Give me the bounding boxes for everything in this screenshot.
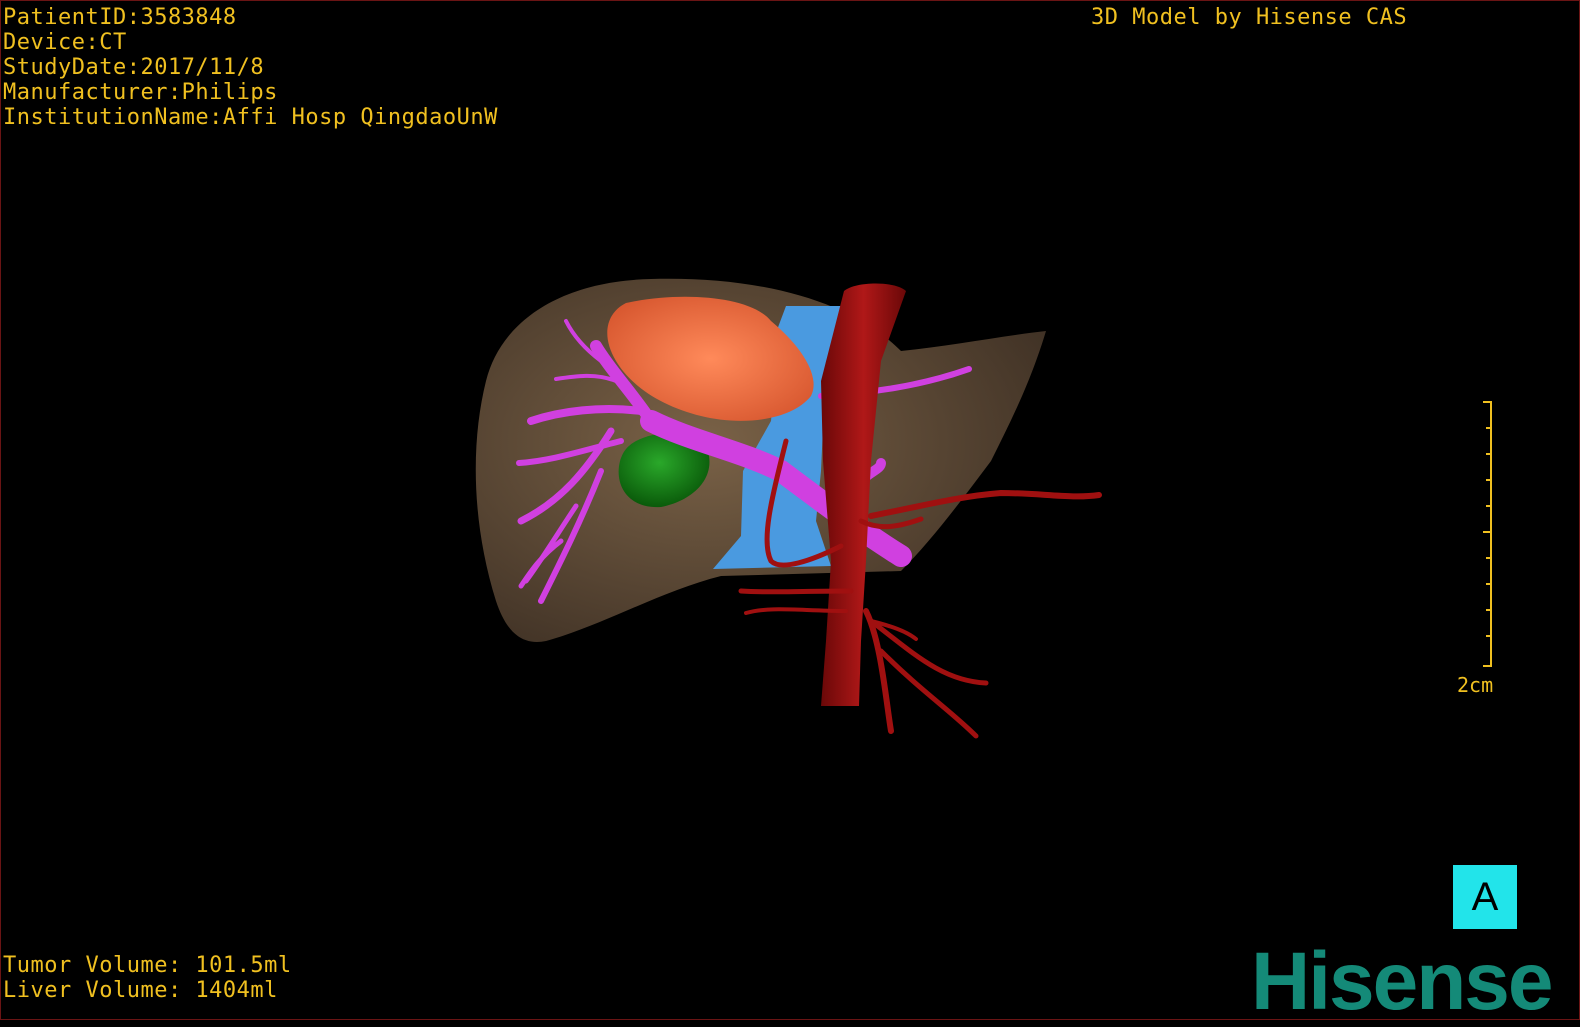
scale-bar [1483, 401, 1492, 667]
hisense-logo: Hisense [1251, 936, 1554, 1027]
3d-viewport[interactable]: PatientID:3583848 Device:CT StudyDate:2017… [0, 0, 1580, 1027]
orientation-marker[interactable]: A [1453, 865, 1517, 929]
institution-name: InstitutionName:Affi Hosp QingdaoUnW [3, 105, 498, 130]
manufacturer: Manufacturer:Philips [3, 80, 278, 105]
patient-info: PatientID:3583848 Device:CT StudyDate:2017… [3, 5, 498, 130]
model-caption: 3D Model by Hisense CAS [1091, 5, 1408, 30]
tumor-volume: Tumor Volume: 101.5ml [3, 953, 292, 978]
patient-id: PatientID:3583848 [3, 5, 237, 30]
device: Device:CT [3, 30, 127, 55]
liver-volume: Liver Volume: 1404ml [3, 978, 278, 1003]
study-date: StudyDate:2017/11/8 [3, 55, 265, 80]
scale-label: 2cm [1457, 673, 1494, 697]
volume-readout: Tumor Volume: 101.5ml Liver Volume: 1404m… [3, 953, 292, 1003]
liver-3d-model[interactable] [1, 1, 1580, 1021]
